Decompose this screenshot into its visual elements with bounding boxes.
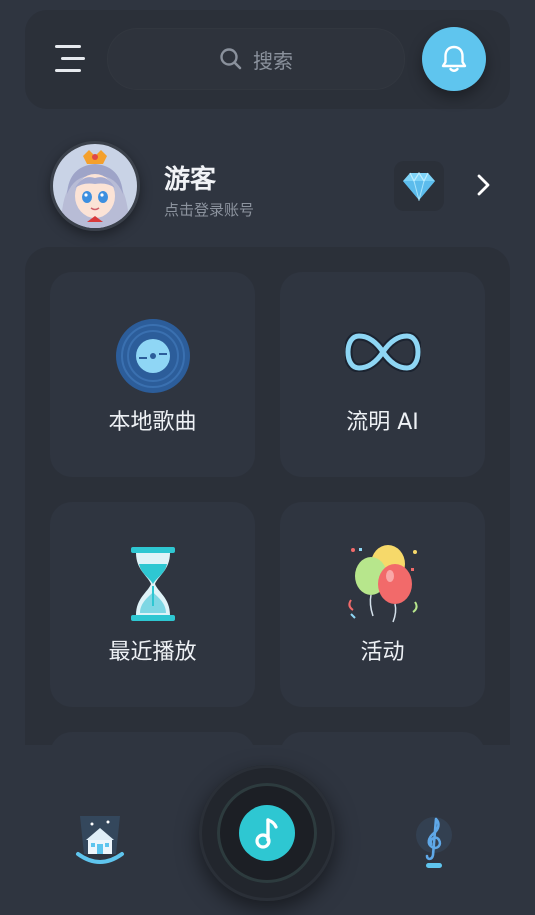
feature-panel: 本地歌曲 流明 AI 最近播放 活动: [25, 247, 510, 747]
infinity-icon: [344, 332, 421, 372]
vip-button[interactable]: [394, 161, 444, 211]
balloons-icon: [347, 545, 418, 623]
search-icon: [220, 48, 242, 70]
play-button[interactable]: [239, 805, 295, 861]
user-section[interactable]: 游客 点击登录账号: [0, 135, 535, 235]
tile-label: 流明 AI: [346, 410, 419, 435]
player-ring: [217, 783, 317, 883]
tile-label: 本地歌曲: [108, 410, 197, 435]
treble-clef-icon[interactable]: [412, 813, 456, 869]
home-icon[interactable]: [72, 810, 128, 870]
login-hint[interactable]: 点击登录账号: [164, 199, 254, 220]
notification-button[interactable]: [422, 27, 486, 91]
player-button-container[interactable]: [199, 765, 335, 901]
diamond-icon: [403, 171, 435, 201]
tile-events[interactable]: 活动: [280, 502, 485, 707]
vinyl-record-icon: [115, 319, 190, 393]
hourglass-icon: [130, 547, 175, 621]
top-bar: 搜索: [25, 10, 510, 109]
tile-local-songs[interactable]: 本地歌曲: [50, 272, 255, 477]
tile-label: 活动: [360, 640, 405, 665]
tile-ai[interactable]: 流明 AI: [280, 272, 485, 477]
search-placeholder: 搜索: [253, 48, 293, 73]
avatar[interactable]: [50, 141, 140, 231]
tile-recent[interactable]: 最近播放: [50, 502, 255, 707]
music-note-icon: [255, 818, 278, 849]
bottom-nav: [0, 745, 535, 915]
bell-icon: [441, 45, 467, 72]
chevron-right-icon[interactable]: [476, 173, 492, 197]
tile-label: 最近播放: [108, 640, 197, 665]
search-box[interactable]: 搜索: [107, 28, 405, 90]
username: 游客: [164, 165, 217, 195]
menu-icon[interactable]: [53, 43, 87, 75]
